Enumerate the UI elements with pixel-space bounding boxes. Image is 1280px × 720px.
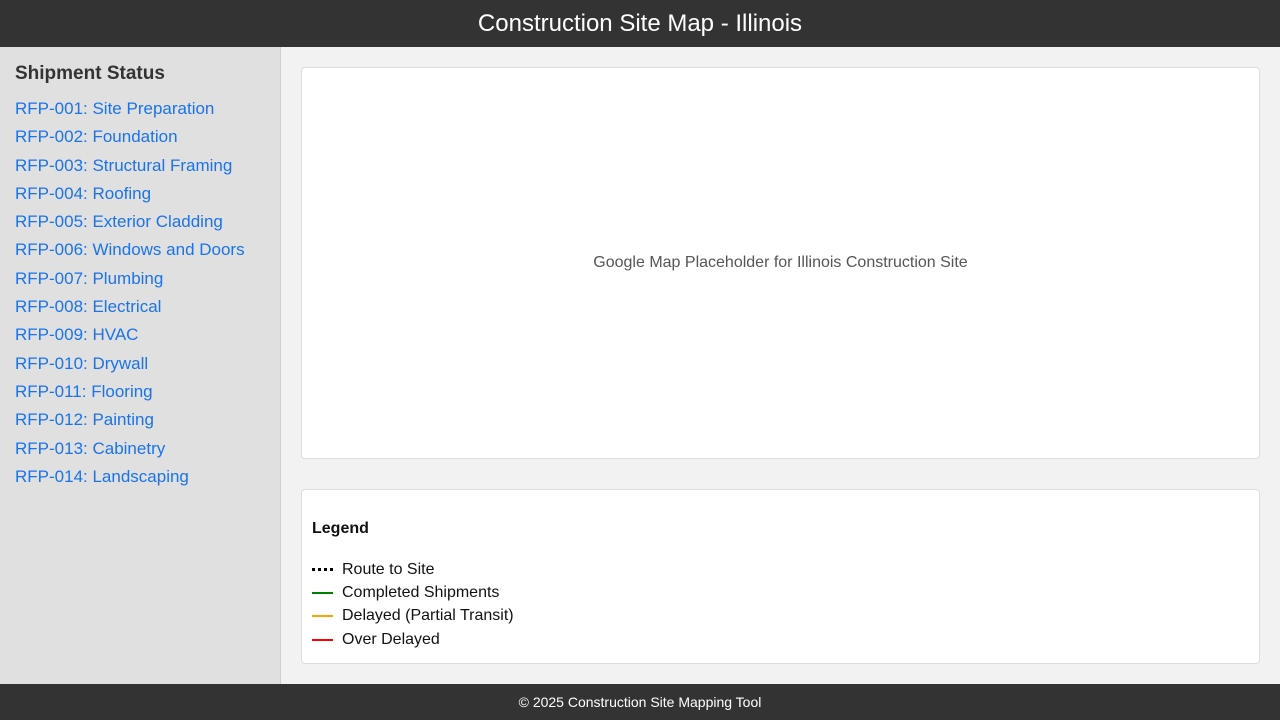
legend-panel: Legend Route to Site Completed Shipments… bbox=[301, 489, 1260, 664]
legend-label: Delayed (Partial Transit) bbox=[342, 607, 514, 625]
shipment-link[interactable]: RFP-011: Flooring bbox=[15, 382, 265, 410]
page-header: Construction Site Map - Illinois bbox=[0, 0, 1280, 47]
shipment-link[interactable]: RFP-002: Foundation bbox=[15, 127, 265, 155]
page-title: Construction Site Map - Illinois bbox=[477, 9, 803, 37]
sidebar-title: Shipment Status bbox=[15, 63, 165, 84]
red-line-icon bbox=[312, 638, 333, 641]
legend-label: Over Delayed bbox=[342, 630, 440, 648]
shipment-link[interactable]: RFP-014: Landscaping bbox=[15, 467, 265, 495]
shipment-link[interactable]: RFP-003: Structural Framing bbox=[15, 156, 265, 184]
map-placeholder-text: Google Map Placeholder for Illinois Cons… bbox=[593, 254, 968, 271]
shipment-link[interactable]: RFP-013: Cabinetry bbox=[15, 439, 265, 467]
shipment-link[interactable]: RFP-004: Roofing bbox=[15, 184, 265, 212]
shipment-link[interactable]: RFP-001: Site Preparation bbox=[15, 99, 265, 127]
legend-item-delayed: Delayed (Partial Transit) bbox=[312, 605, 1249, 628]
dotted-line-icon bbox=[312, 568, 333, 572]
shipment-link[interactable]: RFP-008: Electrical bbox=[15, 297, 265, 325]
orange-line-icon bbox=[312, 615, 333, 618]
legend-item-route: Route to Site bbox=[312, 558, 1249, 581]
shipment-link[interactable]: RFP-007: Plumbing bbox=[15, 269, 265, 297]
shipment-link[interactable]: RFP-012: Painting bbox=[15, 410, 265, 438]
map-container[interactable]: Google Map Placeholder for Illinois Cons… bbox=[301, 67, 1260, 459]
legend-label: Completed Shipments bbox=[342, 583, 500, 601]
legend-item-over-delayed: Over Delayed bbox=[312, 628, 1249, 651]
page-footer: © 2025 Construction Site Mapping Tool bbox=[0, 684, 1280, 720]
shipment-link[interactable]: RFP-006: Windows and Doors bbox=[15, 240, 265, 268]
legend-item-completed: Completed Shipments bbox=[312, 581, 1249, 604]
sidebar: Shipment Status RFP-001: Site Preparatio… bbox=[0, 47, 281, 684]
footer-text: © 2025 Construction Site Mapping Tool bbox=[518, 694, 762, 710]
green-line-icon bbox=[312, 591, 333, 594]
shipment-link[interactable]: RFP-009: HVAC bbox=[15, 325, 265, 353]
shipment-link[interactable]: RFP-005: Exterior Cladding bbox=[15, 212, 265, 240]
shipment-list: RFP-001: Site Preparation RFP-002: Found… bbox=[15, 99, 265, 495]
legend-label: Route to Site bbox=[342, 560, 435, 578]
main-content: Google Map Placeholder for Illinois Cons… bbox=[281, 47, 1280, 684]
legend-title: Legend bbox=[312, 520, 369, 537]
shipment-link[interactable]: RFP-010: Drywall bbox=[15, 354, 265, 382]
